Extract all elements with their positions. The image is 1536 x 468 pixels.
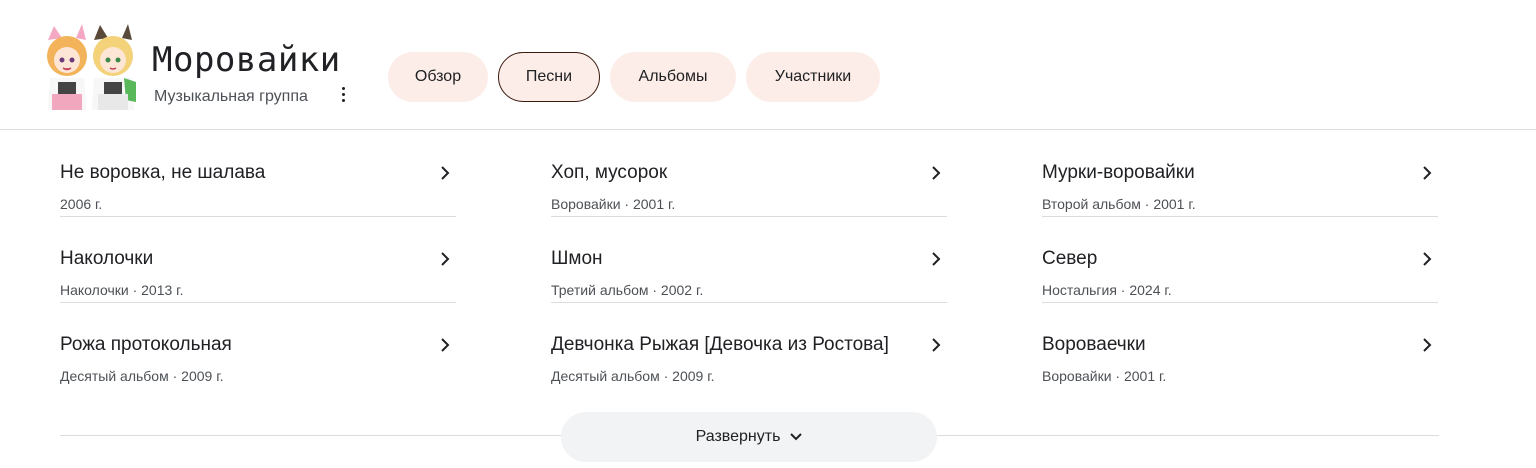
chevron-down-icon xyxy=(790,433,803,441)
song-title: Вороваечки xyxy=(1042,334,1146,355)
song-item[interactable]: Девчонка Рыжая [Девочка из Ростова] Деся… xyxy=(551,303,947,389)
expand-label: Развернуть xyxy=(695,428,781,445)
song-list: Не воровка, не шалава 2006 г. Хоп, мусор… xyxy=(60,131,1440,389)
song-item[interactable]: Хоп, мусорок Воровайки · 2001 г. xyxy=(551,131,947,217)
song-subtitle: Воровайки · 2001 г. xyxy=(551,196,676,212)
song-title: Девчонка Рыжая [Девочка из Ростова] xyxy=(551,334,889,355)
song-subtitle: Второй альбом · 2001 г. xyxy=(1042,196,1196,212)
chevron-right-icon xyxy=(1423,166,1432,180)
song-item[interactable]: Север Ностальгия · 2024 г. xyxy=(1042,217,1438,303)
song-title: Наколочки xyxy=(60,248,154,269)
song-item[interactable]: Шмон Третий альбом · 2002 г. xyxy=(551,217,947,303)
tab-albums[interactable]: Альбомы xyxy=(610,52,736,102)
tab-members[interactable]: Участники xyxy=(746,52,880,102)
more-options-icon[interactable] xyxy=(334,84,352,106)
song-subtitle: Десятый альбом · 2009 г. xyxy=(60,368,224,384)
song-title: Хоп, мусорок xyxy=(551,162,668,183)
chevron-right-icon xyxy=(1423,338,1432,352)
song-item[interactable]: Рожа протокольная Десятый альбом · 2009 … xyxy=(60,303,456,389)
song-subtitle: Десятый альбом · 2009 г. xyxy=(551,368,715,384)
song-subtitle: Воровайки · 2001 г. xyxy=(1042,368,1167,384)
song-item[interactable]: Вороваечки Воровайки · 2001 г. xyxy=(1042,303,1438,389)
chevron-right-icon xyxy=(1423,252,1432,266)
song-item[interactable]: Наколочки Наколочки · 2013 г. xyxy=(60,217,456,303)
tab-overview[interactable]: Обзор xyxy=(388,52,488,102)
page-subtitle: Музыкальная группа xyxy=(154,88,308,105)
chevron-right-icon xyxy=(441,166,450,180)
song-subtitle: Ностальгия · 2024 г. xyxy=(1042,282,1172,298)
song-title: Шмон xyxy=(551,248,603,269)
page-title: Моровайки xyxy=(152,40,341,80)
song-title: Не воровка, не шалава xyxy=(60,162,266,183)
tab-bar: Обзор Песни Альбомы Участники xyxy=(388,52,880,102)
chevron-right-icon xyxy=(441,338,450,352)
expand-button[interactable]: Развернуть xyxy=(561,412,937,462)
band-avatar xyxy=(47,24,136,110)
song-subtitle: 2006 г. xyxy=(60,196,103,212)
song-subtitle: Наколочки · 2013 г. xyxy=(60,282,184,298)
chevron-right-icon xyxy=(932,338,941,352)
chevron-right-icon xyxy=(932,166,941,180)
chevron-right-icon xyxy=(441,252,450,266)
tab-songs[interactable]: Песни xyxy=(498,52,600,102)
header: Моровайки Музыкальная группа Обзор Песни… xyxy=(0,0,1536,130)
song-title: Рожа протокольная xyxy=(60,334,232,355)
song-title: Мурки-воровайки xyxy=(1042,162,1195,183)
song-title: Север xyxy=(1042,248,1098,269)
song-item[interactable]: Мурки-воровайки Второй альбом · 2001 г. xyxy=(1042,131,1438,217)
song-subtitle: Третий альбом · 2002 г. xyxy=(551,282,704,298)
chevron-right-icon xyxy=(932,252,941,266)
song-item[interactable]: Не воровка, не шалава 2006 г. xyxy=(60,131,456,217)
